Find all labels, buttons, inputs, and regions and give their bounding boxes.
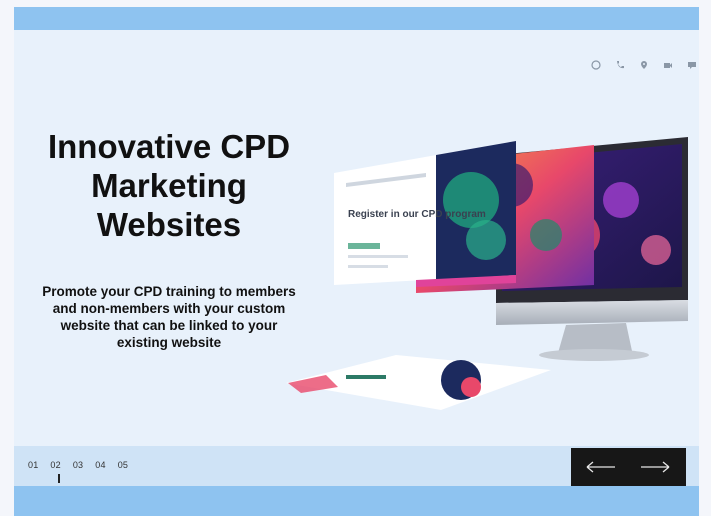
hero-headline: Innovative CPD Marketing Websites [47, 128, 291, 243]
globe-icon[interactable] [591, 60, 601, 70]
page-indicator [58, 474, 60, 483]
pagination: 01 02 03 04 05 [28, 460, 128, 470]
page-number[interactable]: 05 [118, 460, 128, 470]
slider-nav [571, 448, 686, 486]
arrow-right-icon[interactable] [639, 459, 671, 475]
bottom-bar [14, 486, 699, 516]
chat-icon[interactable] [687, 60, 697, 70]
slide-frame: Innovative CPD Marketing Websites Promot… [14, 7, 699, 516]
page-number[interactable]: 03 [73, 460, 83, 470]
page-number[interactable]: 02 [50, 460, 60, 470]
top-bar [14, 7, 699, 30]
video-icon[interactable] [663, 60, 673, 70]
screen-heading: Register in our CPD program [348, 209, 486, 220]
hero-illustration: Register in our CPD program [286, 137, 688, 410]
location-icon[interactable] [639, 60, 649, 70]
hero-subtext: Promote your CPD training to members and… [42, 284, 296, 350]
page-number[interactable]: 01 [28, 460, 38, 470]
phone-icon[interactable] [615, 60, 625, 70]
arrow-left-icon[interactable] [585, 459, 617, 475]
contact-icons [591, 60, 697, 70]
page-number[interactable]: 04 [95, 460, 105, 470]
